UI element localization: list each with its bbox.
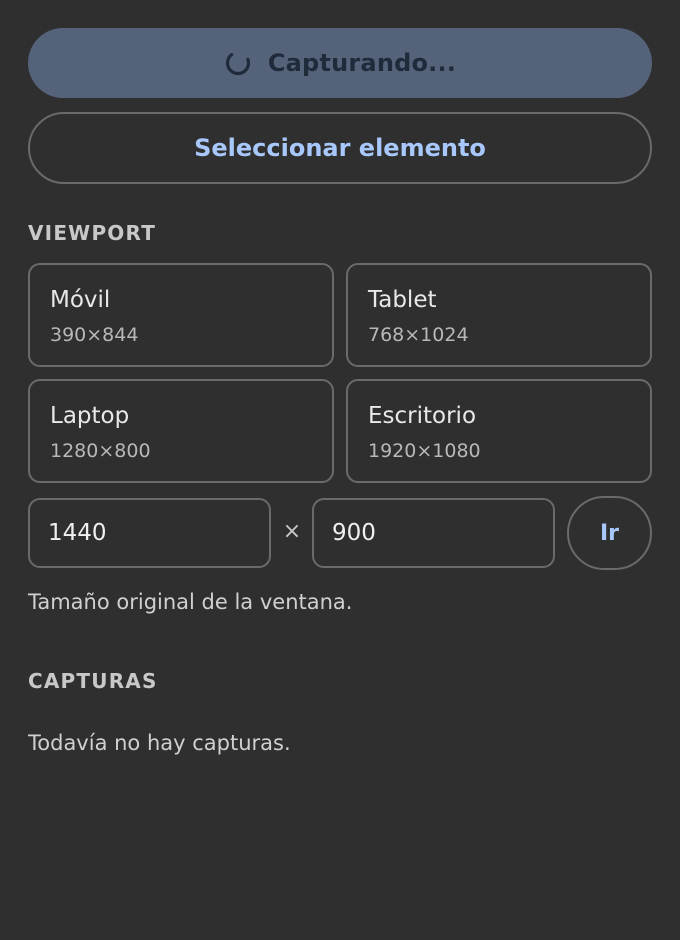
viewport-preset-mobile[interactable]: Móvil 390×844 <box>28 263 334 367</box>
preset-name: Escritorio <box>368 403 477 429</box>
viewport-height-input[interactable] <box>312 498 555 568</box>
preset-name: Móvil <box>50 287 111 313</box>
apply-viewport-button[interactable]: Ir <box>567 496 652 570</box>
preset-dimensions: 1280×800 <box>50 440 151 462</box>
spinner-icon <box>224 49 252 77</box>
select-element-button[interactable]: Seleccionar elemento <box>28 112 652 184</box>
capture-button[interactable]: Capturando... <box>28 28 652 98</box>
capture-button-label: Capturando... <box>267 49 457 77</box>
preset-dimensions: 390×844 <box>50 324 139 346</box>
preset-name: Tablet <box>368 287 437 313</box>
viewport-preset-laptop[interactable]: Laptop 1280×800 <box>28 379 334 483</box>
preset-dimensions: 768×1024 <box>368 324 469 346</box>
viewport-width-input[interactable] <box>28 498 271 568</box>
preset-dimensions: 1920×1080 <box>368 440 481 462</box>
captures-empty-text: Todavía no hay capturas. <box>28 731 291 755</box>
preset-name: Laptop <box>50 403 130 429</box>
apply-viewport-label: Ir <box>599 520 620 546</box>
captures-heading: CAPTURAS <box>28 669 158 693</box>
dimension-separator: × <box>282 519 302 544</box>
viewport-preset-desktop[interactable]: Escritorio 1920×1080 <box>346 379 652 483</box>
viewport-heading: VIEWPORT <box>28 221 157 245</box>
select-element-label: Seleccionar elemento <box>194 134 486 162</box>
viewport-status-text: Tamaño original de la ventana. <box>28 590 353 614</box>
viewport-preset-tablet[interactable]: Tablet 768×1024 <box>346 263 652 367</box>
